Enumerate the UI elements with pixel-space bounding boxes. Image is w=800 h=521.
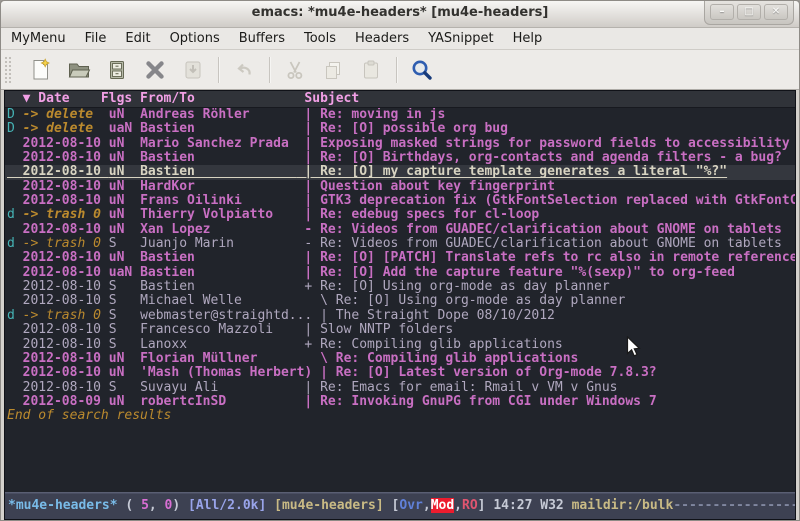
- new-file-icon[interactable]: [28, 57, 54, 83]
- message-row[interactable]: 2012-08-09 uN robertcInSD | Re: Invoking…: [5, 395, 795, 409]
- modeline-segment-plain: (: [118, 498, 141, 513]
- message-row[interactable]: 2012-08-10 uaN Bastien | Re: [O] Add the…: [5, 266, 795, 280]
- search-icon[interactable]: [409, 57, 435, 83]
- modeline-segment-ro: RO: [462, 498, 478, 513]
- message-row[interactable]: 2012-08-10 uN Frans Oilinki | GTK3 depre…: [5, 194, 795, 208]
- copy-icon: [320, 57, 346, 83]
- menu-item-tools[interactable]: Tools: [304, 31, 336, 46]
- emacs-window: emacs: *mu4e-headers* [mu4e-headers] – □…: [0, 0, 800, 521]
- toolbar-grip[interactable]: [4, 56, 12, 84]
- message-row[interactable]: 2012-08-10 S Lanoxx + Re: Compiling glib…: [5, 338, 795, 352]
- message-row[interactable]: d -> trash 0 S Juanjo Marin - Re: Videos…: [5, 237, 795, 251]
- toolbar-separator: [269, 57, 270, 83]
- toolbar-separator: [396, 57, 397, 83]
- open-folder-icon[interactable]: [66, 57, 92, 83]
- modeline-segment-plain: ,: [423, 498, 431, 513]
- modeline-segment-plain: 14:27 W32: [493, 498, 571, 513]
- modeline-segment-count: [All/2.0k]: [188, 498, 266, 513]
- window-controls: – □ ✕: [704, 1, 794, 25]
- tool-bar: [1, 50, 799, 90]
- message-row[interactable]: 2012-08-10 uN Bastien | Re: [O] [PATCH] …: [5, 251, 795, 265]
- undo-icon: [231, 57, 257, 83]
- message-row[interactable]: D -> delete uN Andreas Röhler | Re: movi…: [5, 108, 795, 122]
- menu-item-help[interactable]: Help: [513, 31, 543, 46]
- menu-item-edit[interactable]: Edit: [125, 31, 150, 46]
- title-bar[interactable]: emacs: *mu4e-headers* [mu4e-headers] – □…: [1, 1, 799, 28]
- modeline-segment-dir: maildir:/bulk: [572, 498, 674, 513]
- message-row[interactable]: d -> trash 0 S webmaster@straightd... | …: [5, 309, 795, 323]
- menu-item-headers[interactable]: Headers: [355, 31, 409, 46]
- maximize-button[interactable]: □: [737, 4, 761, 20]
- window-title: emacs: *mu4e-headers* [mu4e-headers]: [1, 5, 799, 20]
- save-as-icon: [180, 57, 206, 83]
- message-row[interactable]: 2012-08-10 uN 'Mash (Thomas Herbert) | R…: [5, 366, 795, 380]
- menu-bar: MyMenu File Edit Options Buffers Tools Headers…: [1, 28, 799, 50]
- modeline-segment-plain: ,: [454, 498, 462, 513]
- row-list: D -> delete uN Andreas Röhler | Re: movi…: [5, 108, 795, 409]
- message-row[interactable]: 2012-08-10 S Bastien + Re: [O] Using org…: [5, 280, 795, 294]
- modeline-segment-mode: [mu4e-headers]: [274, 498, 384, 513]
- close-buffer-icon[interactable]: [142, 57, 168, 83]
- modeline-segment-plain: [266, 498, 274, 513]
- menu-item-mymenu[interactable]: MyMenu: [11, 31, 66, 46]
- message-row[interactable]: 2012-08-10 uN Xan Lopez - Re: Videos fro…: [5, 223, 795, 237]
- message-row[interactable]: d -> trash 0 uN Thierry Volpiatto | Re: …: [5, 208, 795, 222]
- modeline-segment-plain: ,: [149, 498, 165, 513]
- modeline-segment-modflag: Mod: [431, 498, 454, 513]
- end-of-results-text: End of search results: [5, 409, 795, 423]
- modeline-segment-plain: [: [384, 498, 400, 513]
- modeline-segment-ovr: Ovr: [399, 498, 422, 513]
- menu-item-yasnippet[interactable]: YASnippet: [428, 31, 494, 46]
- message-row[interactable]: 2012-08-10 S Suvayu Ali | Re: Emacs for …: [5, 381, 795, 395]
- menu-item-file[interactable]: File: [85, 31, 107, 46]
- modeline-segment-buffer: *mu4e-headers*: [8, 498, 118, 513]
- modeline-segment-plain: ): [172, 498, 188, 513]
- message-row[interactable]: 2012-08-10 uN Bastien | Re: [O] my captu…: [5, 165, 795, 179]
- modeline-segment-dashes: --------------------------------: [673, 498, 795, 513]
- close-button[interactable]: ✕: [764, 4, 788, 20]
- menu-item-buffers[interactable]: Buffers: [239, 31, 285, 46]
- modeline-segment-num: 5: [141, 498, 149, 513]
- message-row[interactable]: 2012-08-10 S Francesco Mazzoli | Slow NN…: [5, 323, 795, 337]
- cut-icon: [282, 57, 308, 83]
- menu-item-options[interactable]: Options: [170, 31, 220, 46]
- message-row[interactable]: D -> delete uaN Bastien | Re: [O] possib…: [5, 122, 795, 136]
- message-row[interactable]: 2012-08-10 uN Mario Sanchez Prada | Expo…: [5, 137, 795, 151]
- column-headers: ▼ Date Flgs From/To Subject: [5, 91, 795, 108]
- mu4e-headers-buffer: ▼ Date Flgs From/To Subject D -> delete …: [4, 90, 796, 520]
- paste-icon: [358, 57, 384, 83]
- save-cabinet-icon[interactable]: [104, 57, 130, 83]
- message-row[interactable]: 2012-08-10 S Michael Welle \ Re: [O] Usi…: [5, 294, 795, 308]
- message-row[interactable]: 2012-08-10 uN Bastien | Re: [O] Birthday…: [5, 151, 795, 165]
- message-row[interactable]: 2012-08-10 uN HardKor | Question about k…: [5, 180, 795, 194]
- message-row[interactable]: 2012-08-10 uN Florian Müllner \ Re: Comp…: [5, 352, 795, 366]
- message-list: D -> delete uN Andreas Röhler | Re: movi…: [5, 108, 795, 492]
- toolbar-separator: [218, 57, 219, 83]
- mode-line[interactable]: *mu4e-headers* ( 5, 0) [All/2.0k] [mu4e-…: [5, 492, 795, 519]
- modeline-segment-plain: ]: [478, 498, 494, 513]
- minimize-button[interactable]: –: [710, 4, 734, 20]
